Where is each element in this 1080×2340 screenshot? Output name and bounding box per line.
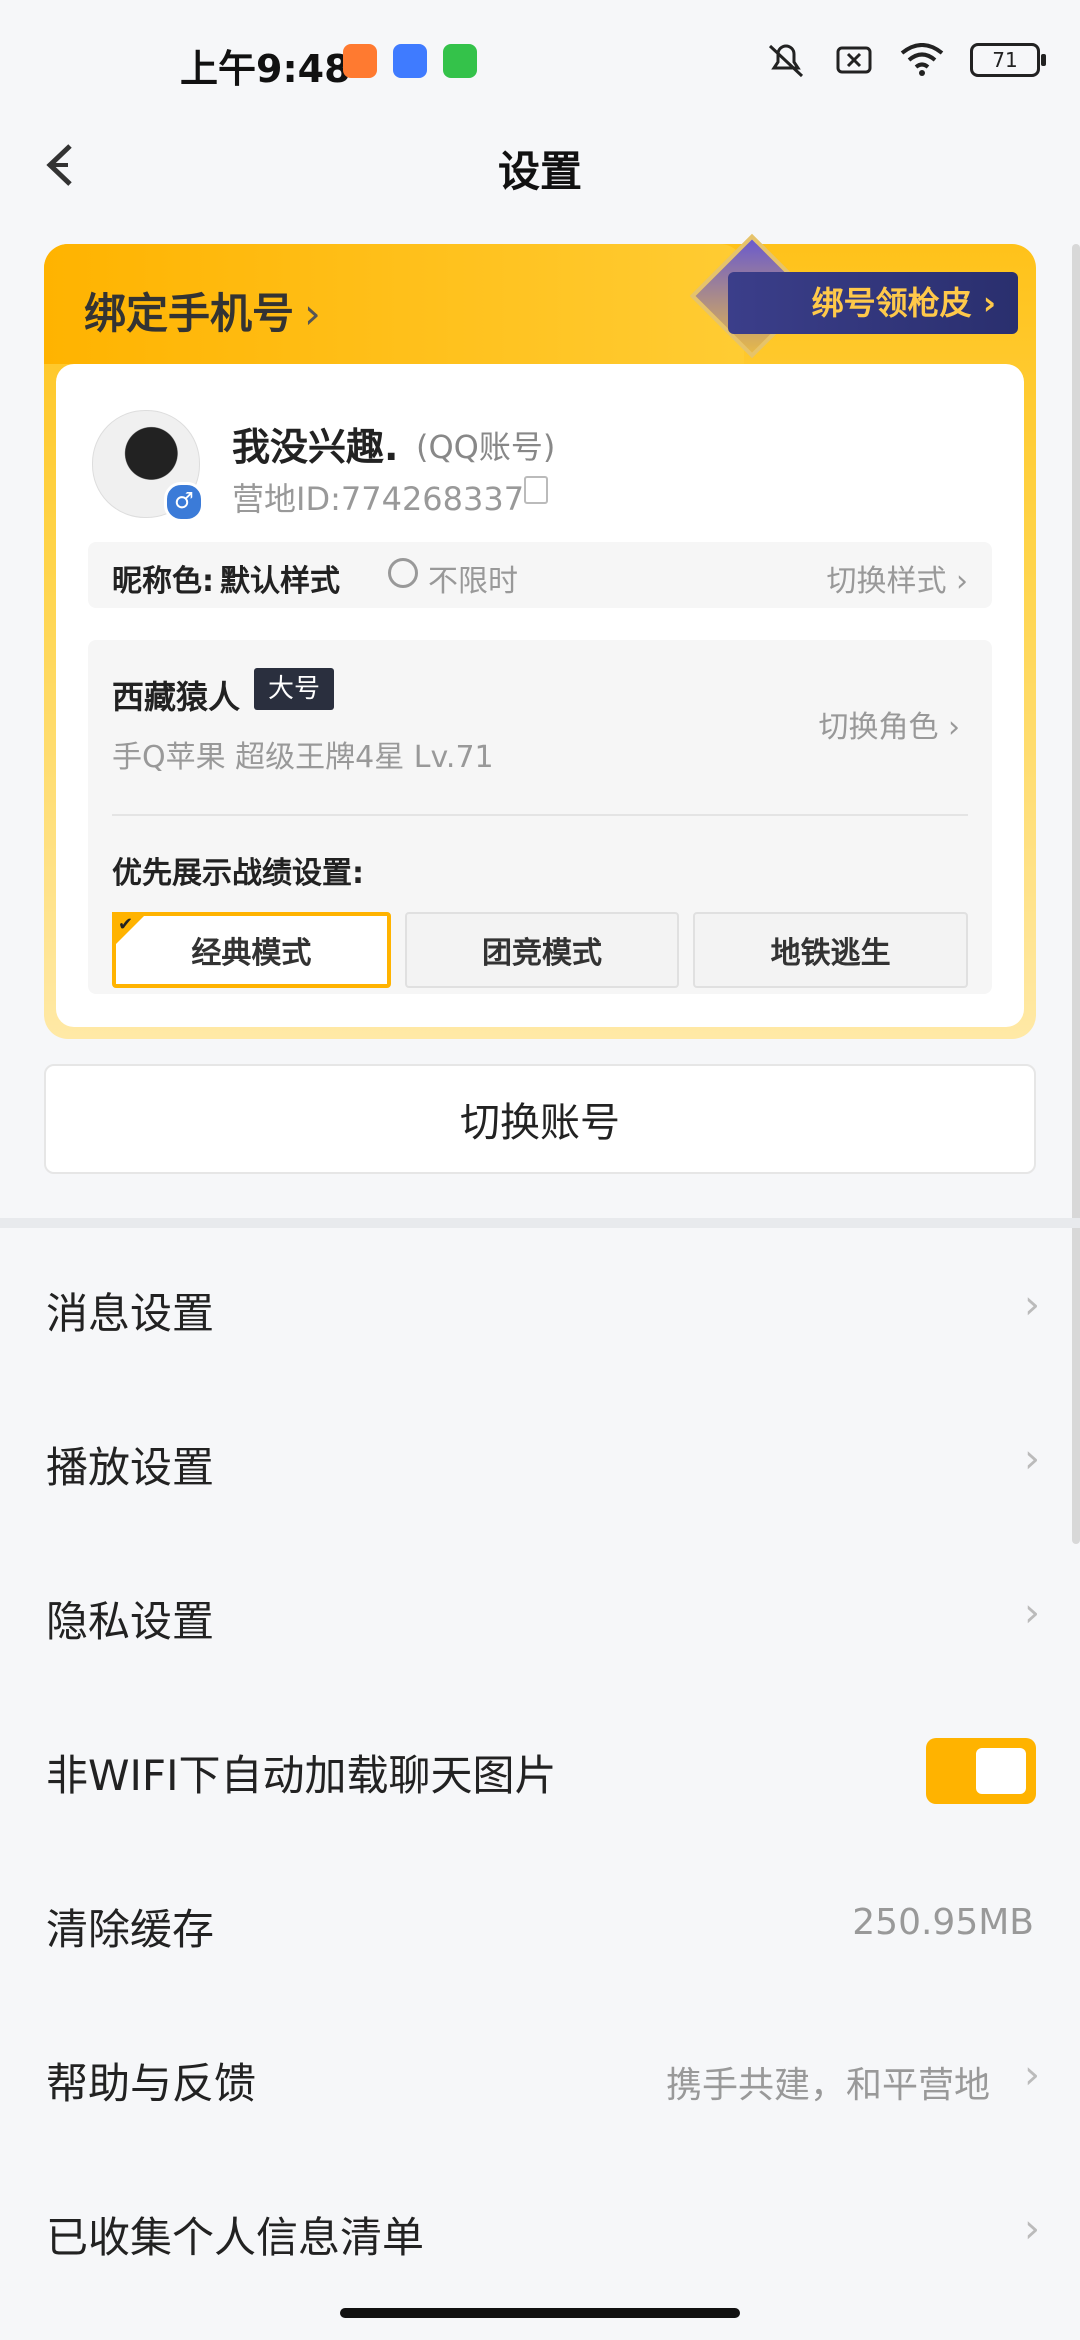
role-box: 西藏猿人 大号 手Q苹果 超级王牌4星 Lv.71 切换角色 › 优先展示战绩设… <box>88 640 992 994</box>
account-type: (QQ账号) <box>416 428 556 466</box>
chevron-right-icon: › <box>956 564 968 599</box>
copy-icon[interactable] <box>524 476 548 504</box>
settings-item-privacy[interactable]: 隐私设置 › <box>0 1536 1080 1690</box>
check-icon: ✔ <box>118 914 134 935</box>
page-title: 设置 <box>497 147 582 196</box>
mode-label: 经典模式 <box>191 936 312 971</box>
chevron-right-icon: › <box>1024 1590 1040 1636</box>
settings-item-label: 帮助与反馈 <box>46 2059 257 2108</box>
bind-phone-link[interactable]: 绑定手机号 › <box>84 280 321 341</box>
toggle-knob <box>976 1748 1026 1794</box>
chevron-right-icon: › <box>1024 2206 1040 2252</box>
app-green-icon <box>443 44 477 78</box>
chevron-right-icon: › <box>1024 2052 1040 2098</box>
status-time: 上午9:48 <box>180 47 351 91</box>
help-subtitle: 携手共建，和平营地 <box>665 2065 990 2106</box>
nickname-color-limit: 不限时 <box>428 564 518 599</box>
settings-item-auto-load-images: 非WIFI下自动加载聊天图片 <box>0 1690 1080 1844</box>
mode-label: 地铁逃生 <box>770 936 891 971</box>
account-card: 绑定手机号 › 绑号领枪皮 › ♂ 我没兴趣. (QQ账号) 营地ID:77426… <box>44 233 1036 1039</box>
promo-label: 绑号领枪皮 <box>811 284 972 322</box>
mode-selector: ✔ 经典模式 团竞模式 地铁逃生 <box>112 912 969 988</box>
promo-button[interactable]: 绑号领枪皮 › <box>728 272 1018 334</box>
divider <box>112 814 968 816</box>
priority-label: 优先展示战绩设置: <box>112 856 364 891</box>
settings-item-message[interactable]: 消息设置 › <box>0 1228 1080 1382</box>
mode-classic[interactable]: ✔ 经典模式 <box>112 912 391 988</box>
no-sim-icon <box>836 46 872 74</box>
app-red-icon <box>343 44 377 78</box>
profile-card: ♂ 我没兴趣. (QQ账号) 营地ID:774268337 昵称色: 默认样式 … <box>56 364 1024 1027</box>
nickname-color-row: 昵称色: 默认样式 不限时 切换样式 › <box>88 542 992 608</box>
mute-icon <box>768 44 804 78</box>
settings-item-label: 播放设置 <box>46 1443 215 1492</box>
battery-icon: 71 <box>970 43 1046 77</box>
cache-size: 250.95MB <box>852 1902 1034 1943</box>
chevron-right-icon: › <box>1024 1436 1040 1482</box>
status-bar: 上午9:48 71 <box>0 0 1080 120</box>
bind-phone-header[interactable]: 绑定手机号 › <box>44 244 744 364</box>
nickname-color-label: 昵称色: <box>112 564 214 599</box>
clock-icon <box>388 558 418 588</box>
mode-label: 团竞模式 <box>482 936 602 971</box>
wifi-icon <box>900 43 944 76</box>
auto-load-toggle[interactable] <box>926 1738 1036 1804</box>
settings-item-label: 非WIFI下自动加载聊天图片 <box>46 1751 557 1800</box>
camp-id: 营地ID:774268337 <box>232 480 525 518</box>
home-indicator[interactable] <box>340 2308 740 2318</box>
user-name: 我没兴趣. <box>232 425 399 469</box>
role-name: 西藏猿人 <box>112 678 241 716</box>
switch-role-label: 切换角色 <box>818 710 939 745</box>
settings-item-label: 消息设置 <box>46 1289 215 1338</box>
settings-item-label: 隐私设置 <box>46 1597 215 1646</box>
nickname-color-value: 默认样式 <box>220 564 340 599</box>
settings-item-label: 已收集个人信息清单 <box>46 2213 425 2262</box>
bind-phone-label: 绑定手机号 <box>84 289 295 338</box>
switch-role-button[interactable]: 切换角色 › <box>818 702 960 746</box>
settings-item-playback[interactable]: 播放设置 › <box>0 1382 1080 1536</box>
settings-item-personal-info[interactable]: 已收集个人信息清单 › <box>0 2152 1080 2306</box>
settings-item-help[interactable]: 帮助与反馈 携手共建，和平营地 › <box>0 1998 1080 2152</box>
app-blue-icon <box>393 44 427 78</box>
mode-metro[interactable]: 地铁逃生 <box>693 912 969 988</box>
role-info: 手Q苹果 超级王牌4星 Lv.71 <box>112 740 494 775</box>
mode-team[interactable]: 团竞模式 <box>404 912 680 988</box>
settings-item-label: 清除缓存 <box>46 1905 215 1954</box>
chevron-right-icon: › <box>948 710 960 745</box>
switch-style-button[interactable]: 切换样式 › <box>826 556 968 600</box>
main-account-badge: 大号 <box>254 668 334 710</box>
settings-item-clear-cache[interactable]: 清除缓存 250.95MB <box>0 1844 1080 1998</box>
section-separator <box>0 1218 1080 1228</box>
chevron-right-icon: › <box>1024 1282 1040 1328</box>
male-icon: ♂ <box>164 482 204 522</box>
switch-account-button[interactable]: 切换账号 <box>44 1064 1036 1174</box>
chevron-right-icon: › <box>304 289 321 338</box>
switch-style-label: 切换样式 <box>826 564 947 599</box>
settings-list: 消息设置 › 播放设置 › 隐私设置 › 非WIFI下自动加载聊天图片 清除缓存… <box>0 1228 1080 2306</box>
title-bar: 设置 <box>0 120 1080 210</box>
